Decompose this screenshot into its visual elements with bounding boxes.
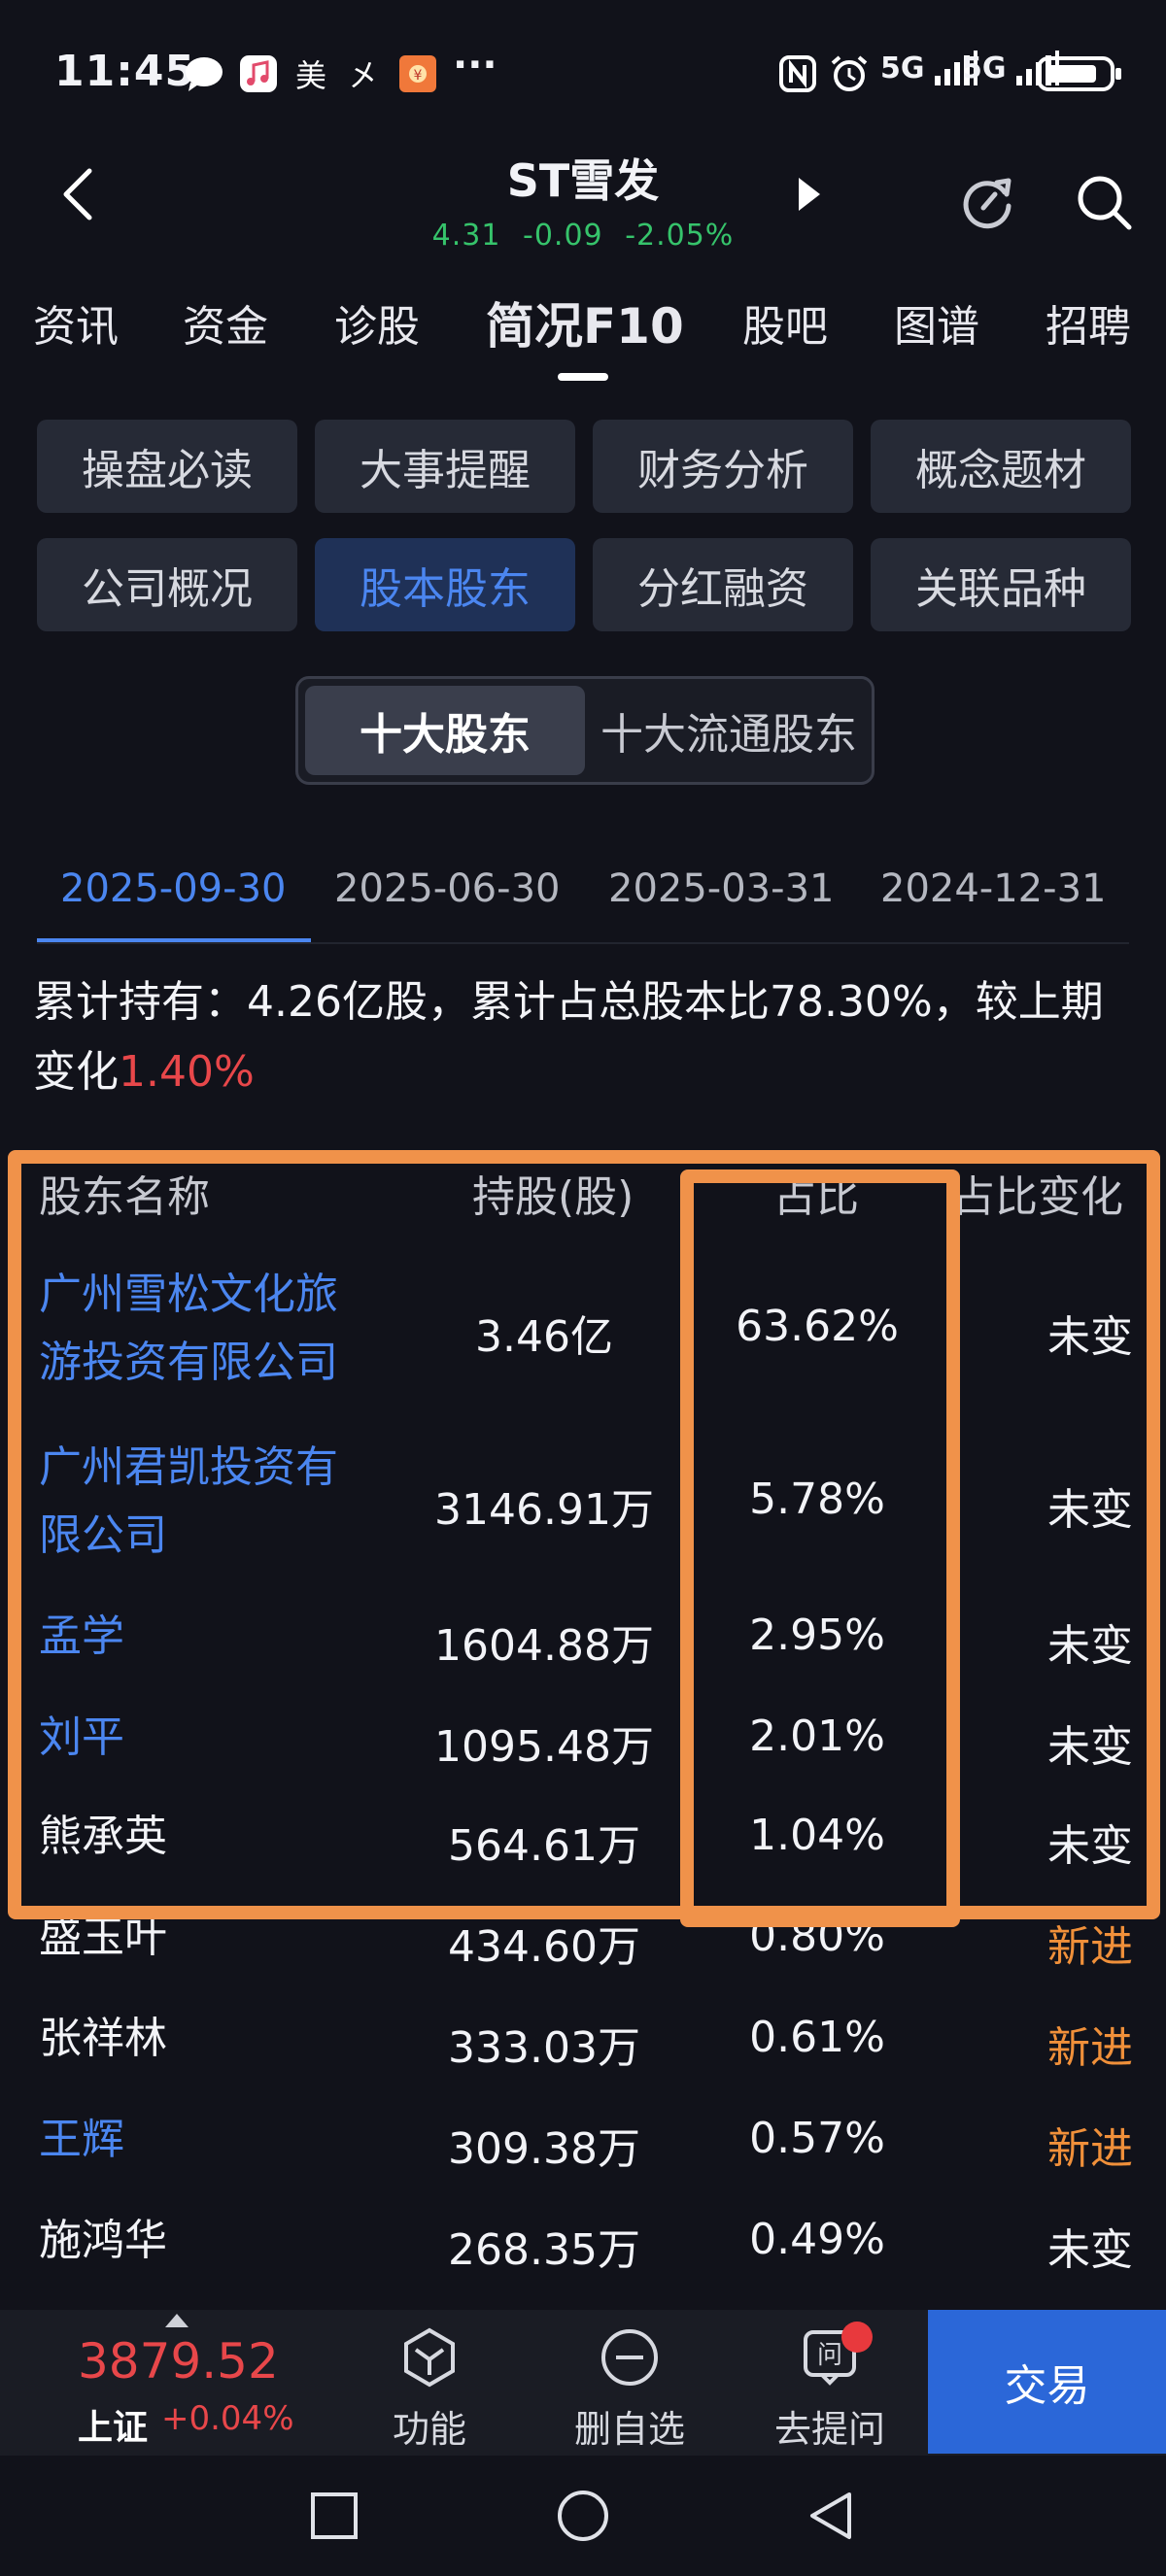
minus-circle-icon <box>552 2323 707 2391</box>
music-app-icon <box>237 54 280 93</box>
page-title: ST雪发 <box>506 154 660 207</box>
home-icon[interactable] <box>556 2489 610 2543</box>
btn-shareholders[interactable]: 股本股东 <box>315 538 575 631</box>
date-active-indicator <box>37 938 311 942</box>
tab-recruit[interactable]: 招聘 <box>1046 291 1131 354</box>
stock-quote: 4.31 -0.09 -2.05% <box>389 219 777 253</box>
tab-f10-overview[interactable]: 简况F10 <box>486 288 684 357</box>
question-chat-icon: 问 <box>752 2323 908 2391</box>
date-tab-4[interactable]: 2024-12-31 <box>880 866 1106 911</box>
tab-diagnosis[interactable]: 诊股 <box>334 291 420 354</box>
stock-change-pct: -2.05% <box>625 219 735 253</box>
annotation-outer-box <box>8 1150 1160 1919</box>
date-tab-2[interactable]: 2025-06-30 <box>334 866 560 911</box>
ask-question-button[interactable]: 问 去提问 <box>752 2323 908 2453</box>
alarm-icon <box>828 54 871 93</box>
stock-price: 4.31 <box>431 219 501 253</box>
back-nav-icon[interactable] <box>806 2489 855 2543</box>
tab-graph[interactable]: 图谱 <box>894 291 979 354</box>
row6-shares: 434.60万 <box>448 1922 640 1972</box>
btn-event-reminder[interactable]: 大事提醒 <box>315 420 575 513</box>
row7-holder-name: 张祥林 <box>39 2014 167 2063</box>
date-tab-1[interactable]: 2025-09-30 <box>60 866 286 911</box>
ask-question-label: 去提问 <box>773 2408 885 2451</box>
app-notification-icon: 㐅 <box>347 57 379 94</box>
date-divider <box>37 942 1129 944</box>
btn-dividend-financing[interactable]: 分红融资 <box>593 538 853 631</box>
tab-news[interactable]: 资讯 <box>33 291 119 354</box>
segment-top10-float-holders[interactable]: 十大流通股东 <box>589 686 869 775</box>
notification-dot <box>841 2322 873 2353</box>
row8-change: 新进 <box>1047 2124 1133 2174</box>
search-icon[interactable] <box>1073 171 1135 233</box>
more-notifications-icon: ··· <box>453 43 497 87</box>
refresh-icon[interactable] <box>956 171 1018 233</box>
red-envelope-app-icon: ¥ <box>396 54 439 93</box>
index-value[interactable]: 3879.52 <box>78 2333 279 2390</box>
function-button[interactable]: 功能 <box>352 2323 507 2453</box>
function-hexagon-icon <box>352 2323 507 2391</box>
recent-apps-icon[interactable] <box>309 2491 360 2541</box>
row8-shares: 309.38万 <box>448 2124 640 2174</box>
network-type-1: 5G <box>880 51 925 85</box>
btn-concept-theme[interactable]: 概念题材 <box>871 420 1131 513</box>
index-change: +0.04% <box>161 2399 294 2438</box>
row9-shares: 268.35万 <box>448 2225 640 2275</box>
tab-funds[interactable]: 资金 <box>183 291 268 354</box>
row7-ratio: 0.61% <box>749 2013 885 2062</box>
next-stock-icon[interactable] <box>799 178 820 211</box>
date-tab-3[interactable]: 2025-03-31 <box>608 866 834 911</box>
remove-watchlist-button[interactable]: 删自选 <box>552 2323 707 2453</box>
holding-summary: 累计持有：4.26亿股，累计占总股本比78.30%，较上期变化1.40% <box>33 967 1141 1107</box>
remove-watchlist-label: 删自选 <box>573 2408 685 2451</box>
btn-company-overview[interactable]: 公司概况 <box>37 538 297 631</box>
tab-active-indicator <box>558 373 608 381</box>
btn-trading-must-read[interactable]: 操盘必读 <box>37 420 297 513</box>
summary-change: 1.40% <box>119 1047 255 1097</box>
row7-shares: 333.03万 <box>448 2023 640 2073</box>
tab-forum[interactable]: 股吧 <box>742 291 828 354</box>
meituan-app-icon: 美 <box>294 57 326 94</box>
svg-text:问: 问 <box>817 2341 842 2370</box>
stock-change: -0.09 <box>523 219 603 253</box>
row8-holder-name[interactable]: 王辉 <box>39 2106 408 2174</box>
btn-financial-analysis[interactable]: 财务分析 <box>593 420 853 513</box>
row9-ratio: 0.49% <box>749 2215 885 2264</box>
index-expand-icon[interactable] <box>165 2314 189 2327</box>
nfc-icon <box>777 54 818 93</box>
trade-button[interactable]: 交易 <box>928 2310 1166 2454</box>
index-name: 上证 <box>78 2408 149 2448</box>
segment-top10-holders[interactable]: 十大股东 <box>305 686 585 775</box>
top-tabs: 资讯 资金 诊股 简况F10 股吧 图谱 招聘 <box>0 291 1166 369</box>
row9-change: 未变 <box>1047 2225 1133 2275</box>
row7-change: 新进 <box>1047 2023 1133 2073</box>
annotation-ratio-column-box <box>680 1169 960 1927</box>
network-type-2: 5G <box>962 51 1007 85</box>
svg-text:¥: ¥ <box>414 68 423 84</box>
back-arrow-icon[interactable] <box>58 165 97 223</box>
status-time: 11:45 <box>54 47 196 96</box>
row8-ratio: 0.57% <box>749 2114 885 2163</box>
battery-icon <box>1036 54 1125 93</box>
chat-bubble-icon <box>183 54 225 93</box>
btn-related-products[interactable]: 关联品种 <box>871 538 1131 631</box>
row9-holder-name: 施鸿华 <box>39 2216 167 2265</box>
function-label: 功能 <box>392 2408 466 2451</box>
